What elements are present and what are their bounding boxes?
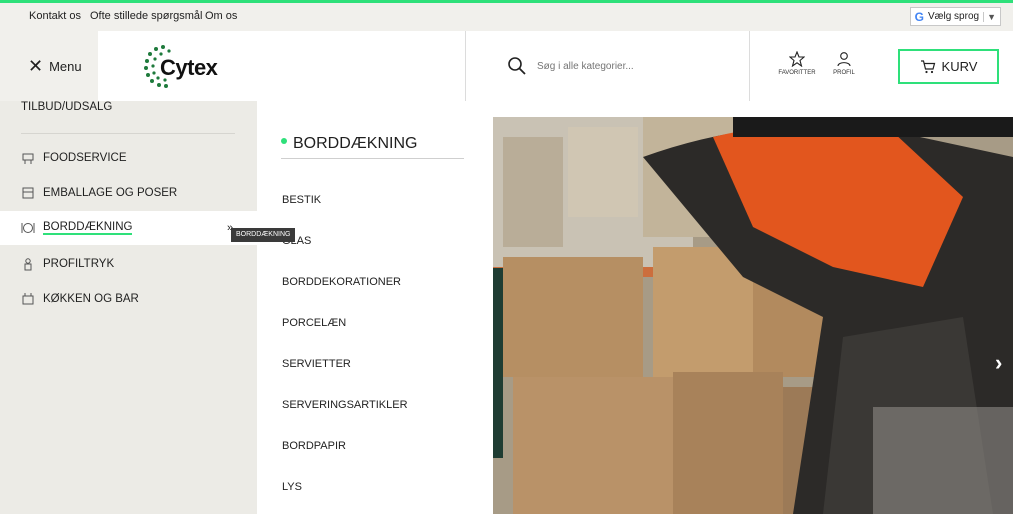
print-icon bbox=[24, 258, 32, 271]
table-setting-icon bbox=[21, 223, 35, 233]
cart-icon bbox=[920, 59, 935, 73]
menu-button[interactable]: ✕ Menu bbox=[0, 31, 98, 101]
tooltip: BORDDÆKNING bbox=[231, 228, 296, 242]
category-sidebar: TILBUD/UDSALG FOODSERVICE EMBALLAGE OG P… bbox=[0, 101, 257, 514]
sidebar-item-borddaekning[interactable]: BORDDÆKNING » bbox=[0, 211, 257, 245]
sidebar-item-label: KØKKEN OG BAR bbox=[43, 293, 139, 305]
profile-label: PROFIL bbox=[833, 70, 855, 76]
submenu-item-serveringsartikler[interactable]: SERVERINGSARTIKLER bbox=[282, 399, 408, 411]
sidebar-item-label: PROFILTRYK bbox=[43, 258, 115, 270]
package-icon bbox=[22, 187, 34, 199]
menu-label: Menu bbox=[49, 58, 82, 74]
sidebar-divider bbox=[21, 133, 235, 134]
divider bbox=[465, 31, 466, 101]
submenu-item-bordpapir[interactable]: BORDPAPIR bbox=[282, 440, 346, 452]
user-icon bbox=[837, 52, 851, 67]
sidebar-item-koekken[interactable]: KØKKEN OG BAR bbox=[0, 282, 257, 316]
sidebar-item-profiltryk[interactable]: PROFILTRYK bbox=[0, 247, 257, 281]
header: ✕ Menu Cytex FAVORITTER bbox=[0, 31, 1013, 101]
close-icon: ✕ bbox=[28, 56, 44, 76]
logo[interactable]: Cytex bbox=[143, 43, 233, 89]
sidebar-item-emballage[interactable]: EMBALLAGE OG POSER bbox=[0, 176, 257, 210]
star-icon bbox=[789, 51, 805, 67]
favorites-label: FAVORITTER bbox=[778, 70, 816, 76]
language-label: Vælg sprog bbox=[927, 11, 980, 22]
cart-label: KURV bbox=[941, 59, 978, 74]
top-bar: Kontakt os Ofte stillede spørgsmål Om os… bbox=[0, 3, 1013, 31]
divider bbox=[749, 31, 750, 101]
cart-button[interactable]: KURV bbox=[898, 49, 999, 84]
chevron-right-icon[interactable]: › bbox=[995, 350, 1002, 376]
submenu-item-bestik[interactable]: BESTIK bbox=[282, 194, 321, 206]
sidebar-item-label: EMBALLAGE OG POSER bbox=[43, 187, 178, 199]
submenu-item-porcelaen[interactable]: PORCELÆN bbox=[282, 317, 346, 329]
chevron-down-icon: ▼ bbox=[983, 11, 996, 22]
sidebar-item-label: BORDDÆKNING bbox=[43, 221, 133, 235]
submenu-title: BORDDÆKNING bbox=[281, 135, 417, 153]
google-icon: G bbox=[914, 9, 924, 24]
warehouse-photo bbox=[493, 117, 1013, 514]
accent-dot bbox=[281, 138, 287, 144]
foodservice-icon bbox=[22, 153, 34, 164]
kitchen-icon bbox=[22, 293, 34, 305]
submenu-divider bbox=[281, 158, 464, 159]
hero-image bbox=[493, 117, 1013, 514]
contact-link[interactable]: Kontakt os bbox=[29, 10, 81, 22]
submenu-item-borddekorationer[interactable]: BORDDEKORATIONER bbox=[282, 276, 401, 288]
profile-button[interactable]: PROFIL bbox=[824, 51, 864, 76]
sidebar-item-foodservice[interactable]: FOODSERVICE bbox=[0, 141, 257, 175]
language-select[interactable]: G Vælg sprog ▼ bbox=[909, 7, 1001, 26]
search-icon[interactable] bbox=[507, 56, 527, 76]
sidebar-item-tilbud[interactable]: TILBUD/UDSALG bbox=[21, 101, 112, 113]
submenu-item-lys[interactable]: LYS bbox=[282, 481, 302, 493]
sidebar-item-label: FOODSERVICE bbox=[43, 152, 127, 164]
logo-text: Cytex bbox=[160, 55, 218, 80]
about-link[interactable]: Om os bbox=[205, 10, 237, 22]
submenu-item-servietter[interactable]: SERVIETTER bbox=[282, 358, 351, 370]
submenu-title-label: BORDDÆKNING bbox=[293, 135, 418, 152]
favorites-button[interactable]: FAVORITTER bbox=[777, 51, 817, 76]
submenu-panel: BORDDÆKNING BESTIK GLAS BORDDEKORATIONER… bbox=[257, 101, 493, 514]
faq-link[interactable]: Ofte stillede spørgsmål bbox=[90, 10, 202, 22]
carousel-strip bbox=[493, 268, 503, 458]
search-input[interactable] bbox=[537, 57, 737, 75]
